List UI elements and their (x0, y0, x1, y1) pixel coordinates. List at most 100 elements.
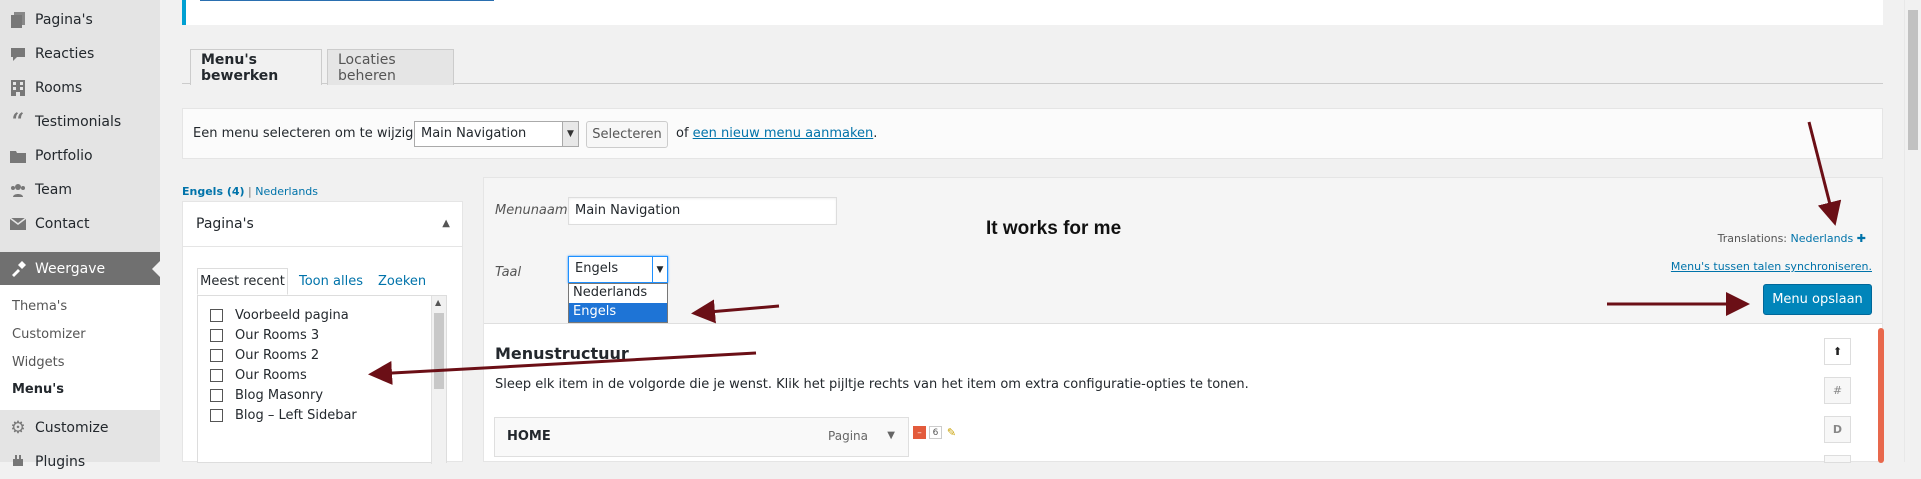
menu-select-dropdown[interactable]: Main Navigation ▼ (414, 121, 579, 147)
remove-badge[interactable]: – (913, 426, 926, 439)
sidebar-item-label: Weergave (35, 260, 106, 277)
menu-select-value: Main Navigation (421, 126, 527, 141)
period: . (873, 126, 878, 141)
sidebar-item-team[interactable]: Team (0, 173, 160, 207)
checkbox[interactable] (210, 309, 223, 322)
translation-link-nederlands[interactable]: Nederlands (1791, 232, 1854, 245)
sidebar-item-portfolio[interactable]: Portfolio (0, 139, 160, 173)
page-scroll-thumb[interactable] (1908, 10, 1918, 150)
pages-panel-title: Pagina's (196, 216, 254, 232)
scroll-up-icon[interactable]: ▲ (435, 298, 441, 307)
notice-underline (200, 0, 494, 1)
list-item[interactable]: Our Rooms (210, 368, 307, 383)
tab-most-recent[interactable]: Meest recent (197, 268, 288, 295)
scroll-thumb[interactable] (434, 313, 444, 389)
page-label: Blog Masonry (235, 388, 324, 403)
list-item[interactable]: Our Rooms 2 (210, 348, 319, 363)
quote-icon: “ (11, 109, 25, 135)
sidebar-item-pages[interactable]: Pagina's (0, 3, 160, 37)
list-item[interactable]: Blog Masonry (210, 388, 323, 403)
checkbox[interactable] (210, 329, 223, 342)
collapse-arrow-icon[interactable]: ▲ (442, 218, 450, 229)
language-label: Taal (495, 265, 522, 280)
nav-tabs: Menu's bewerken Locaties beheren (182, 49, 1883, 85)
submenu-item-menus[interactable]: Menu's (12, 382, 64, 397)
menu-name-label: Menunaam (495, 203, 568, 218)
admin-sidebar: Pagina's Reacties Rooms “ Testimonials P… (0, 0, 160, 470)
notice-bar (182, 0, 1883, 25)
page-scrollbar[interactable] (1904, 0, 1921, 462)
sidebar-item-label: Customize (35, 420, 109, 436)
checkbox[interactable] (210, 389, 223, 402)
save-menu-button[interactable]: Menu opslaan (1763, 284, 1872, 315)
sidebar-item-label: Team (35, 182, 73, 198)
menu-editor: Menunaam Main Navigation Taal Engels ▼ N… (483, 177, 1884, 463)
pages-scrollbar[interactable]: ▲ (431, 296, 446, 464)
hash-button[interactable]: # (1824, 377, 1851, 404)
sidebar-item-appearance[interactable]: Weergave (0, 252, 160, 285)
checkbox[interactable] (210, 349, 223, 362)
menu-item-home[interactable]: HOME Pagina ▼ (494, 417, 909, 457)
language-option-nederlands[interactable]: Nederlands (569, 284, 667, 303)
comments-icon (9, 45, 27, 63)
d-button[interactable]: D (1824, 416, 1851, 443)
list-item[interactable]: Voorbeeld pagina (210, 308, 349, 323)
sidebar-item-testimonials[interactable]: “ Testimonials (0, 105, 160, 139)
checkbox[interactable] (210, 409, 223, 422)
submenu-item-widgets[interactable]: Widgets (12, 355, 65, 370)
scroll-top-button[interactable]: ⬆ (1824, 338, 1851, 365)
language-option-engels[interactable]: Engels (569, 303, 667, 322)
menu-name-input[interactable]: Main Navigation (568, 197, 837, 225)
page-label: Voorbeeld pagina (235, 308, 349, 323)
tab-manage-locations[interactable]: Locaties beheren (327, 49, 454, 85)
or-word: of (676, 126, 689, 141)
chevron-down-icon: ▼ (562, 122, 578, 146)
sidebar-item-contact[interactable]: Contact (0, 207, 160, 241)
create-menu-link[interactable]: een nieuw menu aanmaken (693, 126, 874, 141)
language-separator: | (248, 185, 252, 198)
tab-edit-menus[interactable]: Menu's bewerken (190, 49, 322, 85)
sidebar-item-label: Portfolio (35, 148, 93, 164)
submenu-item-customizer[interactable]: Customizer (12, 327, 86, 342)
sidebar-top-section: Pagina's Reacties Rooms “ Testimonials P… (0, 0, 160, 252)
menu-select-bar: Een menu selecteren om te wijzigen: Main… (182, 108, 1883, 159)
sidebar-item-label: Testimonials (35, 114, 122, 130)
sidebar-item-label: Plugins (35, 454, 86, 470)
chevron-down-icon: ▼ (652, 257, 667, 282)
or-text: of een nieuw menu aanmaken. (676, 126, 877, 141)
portfolio-icon (9, 147, 27, 165)
tab-search[interactable]: Zoeken (378, 268, 426, 295)
sidebar-bottom-section: ⚙ Customize Plugins (0, 410, 160, 470)
language-select[interactable]: Engels ▼ (568, 256, 668, 283)
select-button[interactable]: Selecteren (586, 121, 668, 148)
translations-label: Translations: (1717, 232, 1788, 245)
count-badge: 6 (929, 426, 942, 439)
sidebar-item-label: Contact (35, 216, 90, 232)
list-item[interactable]: Blog – Left Sidebar (210, 408, 357, 423)
checkbox[interactable] (210, 369, 223, 382)
menu-structure-title: Menustructuur (495, 344, 629, 363)
list-item[interactable]: Our Rooms 3 (210, 328, 319, 343)
pages-panel-header[interactable]: Pagina's ▲ (183, 202, 462, 247)
sidebar-item-customize[interactable]: ⚙ Customize (0, 411, 160, 445)
language-current[interactable]: Engels (4) (182, 185, 245, 198)
language-other[interactable]: Nederlands (255, 185, 318, 198)
menu-select-label: Een menu selecteren om te wijzigen: (193, 126, 435, 141)
sidebar-item-comments[interactable]: Reacties (0, 37, 160, 71)
sidebar-item-label: Rooms (35, 80, 83, 96)
sidebar-item-rooms[interactable]: Rooms (0, 71, 160, 105)
language-options-list: Nederlands Engels (568, 283, 668, 323)
menu-item-type: Pagina (828, 429, 868, 443)
pages-icon (9, 11, 27, 29)
menu-editor-header: Menunaam Main Navigation Taal Engels ▼ N… (484, 178, 1882, 324)
sync-menus-link[interactable]: Menu's tussen talen synchroniseren. (1671, 260, 1872, 273)
submenu-item-themes[interactable]: Thema's (12, 299, 67, 314)
menu-item-title: HOME (507, 429, 551, 444)
sidebar-item-label: Reacties (35, 46, 95, 62)
pencil-icon[interactable]: ✎ (945, 426, 958, 439)
add-translation-icon[interactable]: ✚ (1857, 232, 1866, 245)
annotation-text: It works for me (986, 218, 1122, 239)
tab-show-all[interactable]: Toon alles (299, 268, 363, 295)
expand-arrow-icon[interactable]: ▼ (887, 430, 895, 441)
sidebar-item-plugins[interactable]: Plugins (0, 445, 160, 479)
